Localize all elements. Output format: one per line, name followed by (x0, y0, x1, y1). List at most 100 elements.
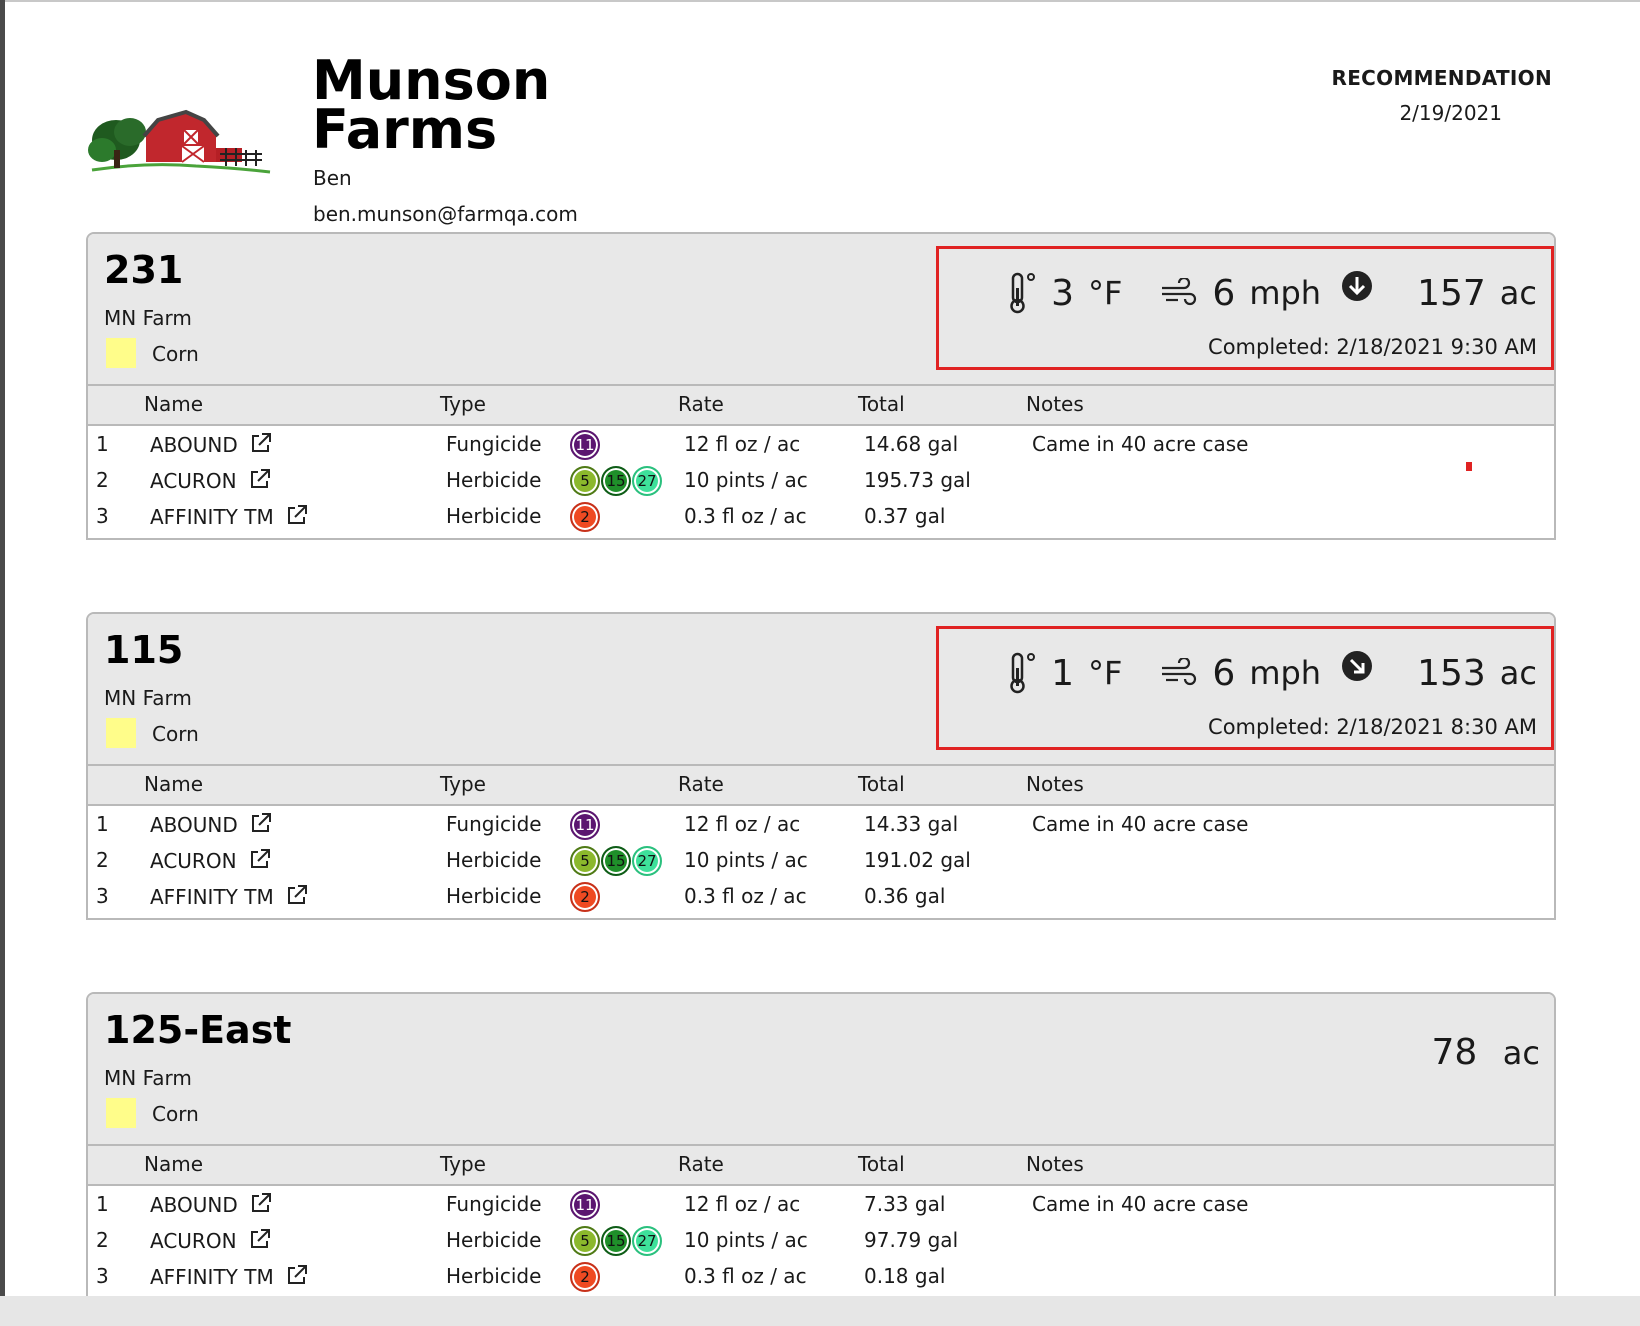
product-name[interactable]: ACURON (150, 848, 271, 873)
product-total: 0.36 gal (864, 884, 946, 908)
field-acres-summary: 78 ac (1432, 1032, 1540, 1073)
column-total: Total (858, 772, 905, 796)
external-link-icon[interactable] (286, 884, 308, 906)
moa-badge: 5 (570, 466, 600, 496)
thermometer-icon (1010, 272, 1036, 314)
external-link-icon[interactable] (250, 1192, 272, 1214)
product-rate: 12 fl oz / ac (684, 1192, 801, 1216)
moa-badge: 15 (601, 846, 631, 876)
table-header: Name Type Rate Total Notes (88, 1144, 1554, 1186)
table-row: 1 ABOUND Fungicide 11 12 fl oz / ac 14.6… (88, 428, 1554, 464)
field-acres-unit: ac (1499, 654, 1537, 692)
product-total: 14.68 gal (864, 432, 959, 456)
product-name-text[interactable]: ACURON (150, 469, 237, 493)
product-name[interactable]: ABOUND (150, 812, 272, 837)
product-notes: Came in 40 acre case (1032, 432, 1249, 456)
product-rate: 12 fl oz / ac (684, 812, 801, 836)
mode-of-action-badges: 11 (570, 1190, 601, 1220)
product-name[interactable]: ACURON (150, 1228, 271, 1253)
external-link-icon[interactable] (250, 432, 272, 454)
field-acres-unit: ac (1502, 1034, 1540, 1072)
weather-summary: 3 °F 6 mph 157 ac Completed: 2/18/2021 9… (936, 246, 1554, 370)
temperature-value: 1 (1051, 652, 1074, 694)
product-name-text[interactable]: AFFINITY TM (150, 1265, 274, 1289)
mode-of-action-badges: 5 15 27 (570, 1226, 663, 1256)
column-type: Type (440, 1152, 486, 1176)
product-notes: Came in 40 acre case (1032, 812, 1249, 836)
wind-speed-unit: mph (1249, 654, 1322, 692)
red-annotation-mark (1466, 462, 1472, 471)
product-name-text[interactable]: AFFINITY TM (150, 885, 274, 909)
product-name[interactable]: ABOUND (150, 432, 272, 457)
row-number: 3 (96, 884, 109, 908)
field-farm: MN Farm (104, 686, 192, 710)
crop-color-swatch (106, 1098, 136, 1128)
product-name-text[interactable]: ABOUND (150, 433, 238, 457)
product-total: 191.02 gal (864, 848, 971, 872)
window-bottom-bar (0, 1296, 1640, 1326)
table-header: Name Type Rate Total Notes (88, 764, 1554, 806)
product-table-body: 1 ABOUND Fungicide 11 12 fl oz / ac 14.6… (88, 426, 1554, 536)
product-name-text[interactable]: ABOUND (150, 1193, 238, 1217)
row-number: 1 (96, 432, 109, 456)
product-rate: 0.3 fl oz / ac (684, 1264, 807, 1288)
product-type: Fungicide (446, 432, 542, 456)
external-link-icon[interactable] (250, 812, 272, 834)
user-email: ben.munson@farmqa.com (313, 202, 578, 226)
row-number: 3 (96, 1264, 109, 1288)
product-rate: 10 pints / ac (684, 468, 808, 492)
wind-speed-value: 6 (1212, 652, 1236, 694)
product-total: 0.18 gal (864, 1264, 946, 1288)
product-name[interactable]: ABOUND (150, 1192, 272, 1217)
product-name[interactable]: AFFINITY TM (150, 504, 308, 529)
moa-badge: 27 (632, 1226, 662, 1256)
product-total: 97.79 gal (864, 1228, 959, 1252)
product-type: Herbicide (446, 1264, 542, 1288)
table-row: 2 ACURON Herbicide 5 15 27 10 pints / ac… (88, 844, 1554, 880)
product-notes: Came in 40 acre case (1032, 1192, 1249, 1216)
table-row: 3 AFFINITY TM Herbicide 2 0.3 fl oz / ac… (88, 1260, 1554, 1296)
row-number: 1 (96, 1192, 109, 1216)
field-card: 115 MN Farm Corn 1 °F 6 mph 153 ac Compl… (86, 612, 1556, 920)
external-link-icon[interactable] (249, 468, 271, 490)
field-card: 125-East MN Farm Corn 78 ac Name Type Ra… (86, 992, 1556, 1300)
product-name[interactable]: AFFINITY TM (150, 1264, 308, 1289)
product-rate: 10 pints / ac (684, 1228, 808, 1252)
moa-badge: 27 (632, 846, 662, 876)
external-link-icon[interactable] (286, 1264, 308, 1286)
mode-of-action-badges: 2 (570, 882, 601, 912)
product-name-text[interactable]: ABOUND (150, 813, 238, 837)
mode-of-action-badges: 5 15 27 (570, 846, 663, 876)
external-link-icon[interactable] (249, 848, 271, 870)
column-type: Type (440, 392, 486, 416)
product-name-text[interactable]: AFFINITY TM (150, 505, 274, 529)
column-notes: Notes (1026, 392, 1084, 416)
moa-badge: 15 (601, 466, 631, 496)
moa-badge: 2 (570, 882, 600, 912)
field-farm: MN Farm (104, 306, 192, 330)
product-name-text[interactable]: ACURON (150, 1229, 237, 1253)
wind-speed-unit: mph (1249, 274, 1322, 312)
moa-badge: 27 (632, 466, 662, 496)
window-left-edge (0, 0, 5, 1326)
wind-icon (1162, 278, 1197, 306)
product-name-text[interactable]: ACURON (150, 849, 237, 873)
product-rate: 0.3 fl oz / ac (684, 884, 807, 908)
moa-badge: 2 (570, 502, 600, 532)
product-type: Herbicide (446, 884, 542, 908)
product-name[interactable]: ACURON (150, 468, 271, 493)
mode-of-action-badges: 5 15 27 (570, 466, 663, 496)
external-link-icon[interactable] (249, 1228, 271, 1250)
column-total: Total (858, 392, 905, 416)
product-type: Herbicide (446, 504, 542, 528)
row-number: 2 (96, 848, 109, 872)
external-link-icon[interactable] (286, 504, 308, 526)
field-acres-unit: ac (1499, 274, 1537, 312)
completed-timestamp: Completed: 2/18/2021 9:30 AM (1208, 335, 1537, 359)
product-name[interactable]: AFFINITY TM (150, 884, 308, 909)
table-header: Name Type Rate Total Notes (88, 384, 1554, 426)
row-number: 3 (96, 504, 109, 528)
product-rate: 12 fl oz / ac (684, 432, 801, 456)
column-notes: Notes (1026, 1152, 1084, 1176)
crop-color-swatch (106, 718, 136, 748)
